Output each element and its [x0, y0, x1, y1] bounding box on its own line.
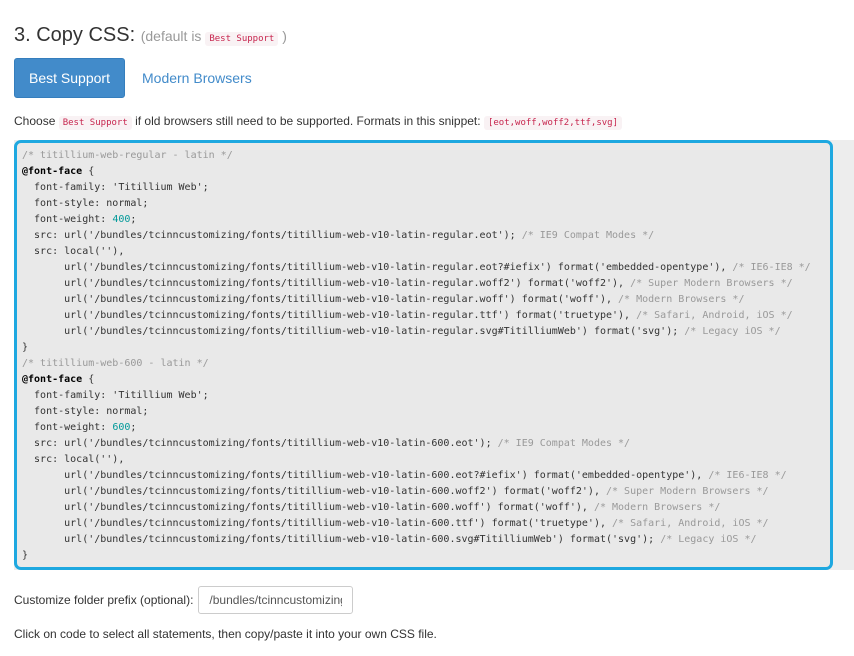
code-text: url('/bundles/tcinncustomizing/fonts/tit… — [22, 278, 631, 289]
code-line: font-weight: 400; — [22, 212, 854, 228]
css-code-block[interactable]: /* titillium-web-regular - latin */ @font… — [22, 148, 854, 570]
code-line: url('/bundles/tcinncustomizing/fonts/tit… — [22, 500, 854, 516]
footer-note: Click on code to select all statements, … — [14, 627, 437, 641]
code-text: url('/bundles/tcinncustomizing/fonts/tit… — [22, 534, 661, 545]
code-line: } — [22, 548, 854, 564]
code-text: src: local(''), — [22, 246, 125, 257]
code-text: font-family: 'Titillium Web'; — [22, 182, 209, 193]
code-comment: /* Super Modern Browsers */ — [630, 278, 793, 289]
code-line: src: url('/bundles/tcinncustomizing/font… — [22, 228, 854, 244]
code-keyword: @font-face — [22, 166, 83, 177]
code-text: ; — [130, 422, 137, 433]
code-number: 400 — [112, 214, 131, 225]
code-line: @font-face { — [22, 164, 854, 180]
code-line: url('/bundles/tcinncustomizing/fonts/tit… — [22, 516, 854, 532]
code-text: url('/bundles/tcinncustomizing/fonts/tit… — [22, 518, 613, 529]
default-note: (default is Best Support ) — [140, 28, 287, 46]
code-line: font-family: 'Titillium Web'; — [22, 180, 854, 196]
code-text: font-weight: — [22, 422, 113, 433]
code-line: url('/bundles/tcinncustomizing/fonts/tit… — [22, 532, 854, 548]
code-line: font-style: normal; — [22, 196, 854, 212]
code-line: src: url('/bundles/tcinncustomizing/font… — [22, 436, 854, 452]
prefix-label: Customize folder prefix (optional): — [14, 593, 194, 607]
default-value-code: Best Support — [205, 32, 279, 46]
intro-text: Choose Best Support if old browsers stil… — [14, 114, 622, 130]
code-line: /* titillium-web-600 - latin */ — [22, 356, 854, 372]
prefix-row: Customize folder prefix (optional): — [14, 586, 354, 614]
code-comment: /* Modern Browsers */ — [593, 502, 721, 513]
code-line: url('/bundles/tcinncustomizing/fonts/tit… — [22, 276, 854, 292]
code-comment: /* Safari, Android, iOS */ — [636, 310, 793, 321]
code-line: src: local(''), — [22, 452, 854, 468]
code-line: font-weight: 600; — [22, 420, 854, 436]
best-support-code: Best Support — [58, 116, 132, 130]
formats-code: [eot,woff,woff2,ttf,svg] — [483, 116, 622, 130]
code-text: src: local(''), — [22, 454, 125, 465]
code-text: font-weight: — [22, 214, 113, 225]
code-text: url('/bundles/tcinncustomizing/fonts/tit… — [22, 326, 685, 337]
code-line: } — [22, 340, 854, 356]
code-container: /* titillium-web-regular - latin */ @font… — [14, 140, 854, 570]
section-title: 3. Copy CSS: — [14, 24, 136, 46]
code-text: src: url('/bundles/tcinncustomizing/font… — [22, 230, 522, 241]
code-text: { — [82, 166, 95, 177]
code-text: url('/bundles/tcinncustomizing/fonts/tit… — [22, 470, 709, 481]
code-text: ; — [130, 214, 137, 225]
code-comment: /* Legacy iOS */ — [660, 534, 757, 545]
code-text: font-family: 'Titillium Web'; — [22, 390, 209, 401]
code-line: url('/bundles/tcinncustomizing/fonts/tit… — [22, 324, 854, 340]
modern-browsers-button[interactable]: Modern Browsers — [132, 58, 262, 98]
code-line: url('/bundles/tcinncustomizing/fonts/tit… — [22, 468, 854, 484]
code-line: url('/bundles/tcinncustomizing/fonts/tit… — [22, 308, 854, 324]
code-text: font-style: normal; — [22, 406, 149, 417]
code-comment: /* IE6-IE8 */ — [732, 262, 811, 273]
code-comment: /* IE9 Compat Modes */ — [521, 230, 655, 241]
code-text: url('/bundles/tcinncustomizing/fonts/tit… — [22, 486, 606, 497]
code-text: } — [22, 550, 29, 561]
code-text: url('/bundles/tcinncustomizing/fonts/tit… — [22, 294, 619, 305]
best-support-button[interactable]: Best Support — [14, 58, 125, 98]
code-comment: /* titillium-web-600 - latin */ — [22, 358, 209, 369]
code-text: url('/bundles/tcinncustomizing/fonts/tit… — [22, 502, 594, 513]
folder-prefix-input[interactable] — [198, 586, 354, 614]
code-line: url('/bundles/tcinncustomizing/fonts/tit… — [22, 484, 854, 500]
code-comment: /* Legacy iOS */ — [684, 326, 781, 337]
code-keyword: @font-face — [22, 374, 83, 385]
code-text: } — [22, 342, 29, 353]
code-comment: /* IE9 Compat Modes */ — [497, 438, 631, 449]
code-line: src: local(''), — [22, 244, 854, 260]
code-text: url('/bundles/tcinncustomizing/fonts/tit… — [22, 262, 733, 273]
code-comment: /* IE6-IE8 */ — [708, 470, 787, 481]
code-line: url('/bundles/tcinncustomizing/fonts/tit… — [22, 292, 854, 308]
code-comment: /* titillium-web-regular - latin */ — [22, 150, 233, 161]
code-line: /* titillium-web-regular - latin */ — [22, 148, 854, 164]
code-number: 600 — [112, 422, 131, 433]
code-comment: /* Modern Browsers */ — [618, 294, 745, 305]
code-text: font-style: normal; — [22, 198, 149, 209]
code-line: font-style: normal; — [22, 404, 854, 420]
code-text: url('/bundles/tcinncustomizing/fonts/tit… — [22, 310, 637, 321]
code-line: font-family: 'Titillium Web'; — [22, 388, 854, 404]
code-comment: /* Safari, Android, iOS */ — [612, 518, 769, 529]
code-comment: /* Super Modern Browsers */ — [606, 486, 769, 497]
code-line: url('/bundles/tcinncustomizing/fonts/tit… — [22, 260, 854, 276]
section-heading: 3. Copy CSS: (default is Best Support ) — [14, 24, 287, 47]
code-line: @font-face { — [22, 372, 854, 388]
code-text: src: url('/bundles/tcinncustomizing/font… — [22, 438, 498, 449]
code-text: { — [82, 374, 95, 385]
